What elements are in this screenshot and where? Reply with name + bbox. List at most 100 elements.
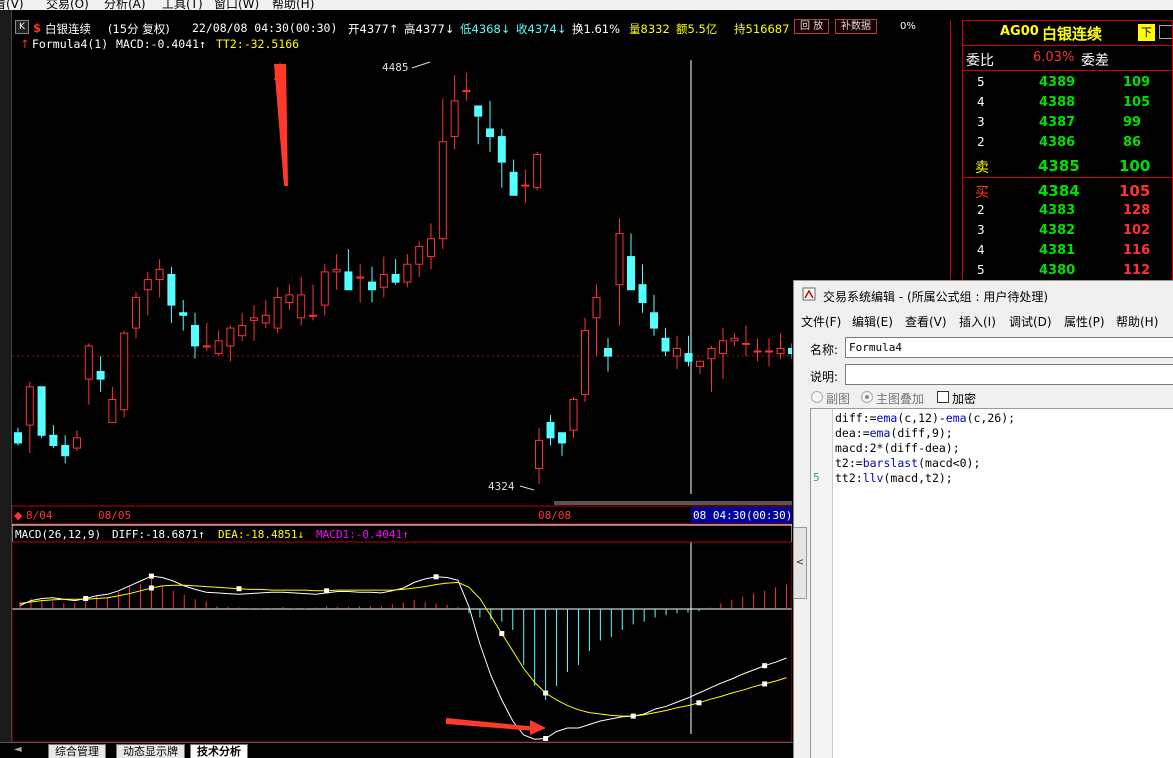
kline-candle	[368, 281, 376, 291]
kline-candle	[604, 347, 612, 357]
macd-signal-dot	[433, 574, 439, 580]
editor-titlebar[interactable]: 交易系统编辑 - (所属公式组 : 用户待处理)	[794, 281, 1173, 309]
ask-level-4[interactable]: 4 4388 105	[963, 93, 1172, 113]
menu-analysis[interactable]: 分析(A)	[104, 0, 146, 10]
kline-candle	[638, 284, 647, 304]
kline-candle	[521, 184, 530, 187]
kline-candle	[344, 271, 353, 291]
kline-candle	[581, 330, 589, 395]
ask-price: 4388	[1039, 95, 1076, 110]
ask-level-label: 3	[977, 115, 985, 129]
menu-view[interactable]: 看(V)	[0, 0, 24, 10]
code-line-2: dea:=ema(diff,9);	[835, 426, 953, 440]
bid-level-3[interactable]: 3 4382 102	[963, 221, 1172, 241]
menu-window[interactable]: 窗口(W)	[214, 0, 259, 10]
ask-volume: 105	[1123, 95, 1151, 110]
panel-square-icon[interactable]	[1159, 25, 1172, 39]
editor-menu-debug[interactable]: 调试(D)	[1009, 313, 1052, 330]
macd-frame	[12, 541, 792, 742]
left-toolbar-strip[interactable]	[0, 10, 12, 745]
macd-signal-dot	[236, 586, 242, 592]
ask1-volume: 100	[1119, 157, 1151, 175]
badge-down[interactable]: 下	[1138, 24, 1155, 41]
kline-chart[interactable]: 4485 4324 ◆ 8/04 08/05 08/08 08 04:30(00…	[12, 38, 792, 742]
chart-right-scroll[interactable]	[950, 20, 962, 280]
menu-tools[interactable]: 工具(T)	[162, 0, 203, 10]
macd-signal-dot	[83, 596, 89, 601]
time-label-0805: 08/05	[98, 509, 131, 522]
editor-menu: 文件(F) 编辑(E) 查看(V) 插入(I) 调试(D) 属性(P) 帮助(H…	[794, 311, 1173, 331]
editor-app-icon	[802, 287, 816, 301]
kline-candle	[650, 312, 658, 329]
ask-price: 4387	[1039, 115, 1076, 130]
kline-candle	[143, 279, 152, 291]
bid1-volume: 105	[1119, 182, 1151, 200]
kline-candle	[96, 370, 105, 380]
tab-dynamic[interactable]: 动态显示牌	[116, 744, 185, 758]
editor-menu-help[interactable]: 帮助(H)	[1116, 313, 1158, 330]
kline-candle	[569, 399, 578, 431]
encrypt-checkbox[interactable]	[937, 391, 949, 403]
tab-scroll-left-icon[interactable]: ◄	[14, 744, 22, 755]
code-line-5: tt2:llv(macd,t2);	[835, 471, 953, 485]
ask-level-2[interactable]: 2 4386 86	[963, 133, 1172, 153]
editor-menu-file[interactable]: 文件(F)	[801, 313, 841, 330]
replay-button[interactable]: 回 放	[794, 19, 830, 34]
kline-candle	[14, 432, 22, 444]
code-editor[interactable]: 5 diff:=ema(c,12)-ema(c,26); dea:=ema(di…	[810, 408, 1173, 758]
bid-level-2[interactable]: 2 4383 128	[963, 201, 1172, 221]
kline-candle	[285, 294, 294, 304]
bid-level-label: 5	[977, 263, 985, 277]
tab-technical[interactable]: 技术分析	[190, 744, 248, 758]
kline-icon[interactable]: K	[15, 20, 29, 34]
instrument-marker-icon: $	[33, 21, 42, 35]
collapse-panel-button[interactable]: <	[793, 527, 807, 599]
desc-input[interactable]	[845, 364, 1173, 385]
diff-line	[19, 575, 787, 740]
editor-menu-view[interactable]: 查看(V)	[905, 313, 947, 330]
bid-level-1[interactable]: 买 4384 105	[963, 180, 1172, 201]
ask-level-5[interactable]: 5 4389 109	[963, 73, 1172, 93]
ask-level-3[interactable]: 3 4387 99	[963, 113, 1172, 133]
time-label-0804: 8/04	[26, 509, 53, 522]
editor-menu-edit[interactable]: 编辑(E)	[852, 313, 893, 330]
name-input[interactable]	[845, 337, 1173, 358]
kline-candle	[509, 171, 518, 196]
contract-name: 白银连续	[1042, 25, 1103, 43]
macd-signal-dot	[630, 713, 636, 719]
radio-main-overlay[interactable]	[861, 391, 873, 403]
kline-candle	[37, 386, 46, 436]
ask-volume: 99	[1123, 115, 1142, 130]
kline-candle	[25, 386, 34, 426]
instrument-name: 白银连续	[45, 22, 91, 36]
macd-header: MACD(26,12,9)	[15, 528, 101, 541]
book-divider	[963, 177, 1172, 178]
high-price-label: 4485	[382, 61, 409, 74]
kline-candle	[627, 256, 635, 291]
kline-candle	[49, 434, 58, 446]
volume: 量8332	[629, 22, 670, 36]
ask-level-1[interactable]: 卖 4385 100	[963, 155, 1172, 176]
menu-trade[interactable]: 交易(O)	[46, 0, 89, 10]
bid-volume: 128	[1123, 203, 1151, 218]
annotation-arrow-down	[446, 718, 546, 735]
ask1-price: 4385	[1038, 157, 1080, 175]
tab-general[interactable]: 综合管理	[48, 744, 106, 758]
editor-menu-insert[interactable]: 插入(I)	[959, 313, 996, 330]
kline-candle	[462, 90, 471, 93]
open-interest: 持516687	[734, 22, 790, 36]
editor-title: 交易系统编辑 - (所属公式组 : 用户待处理)	[823, 290, 1048, 304]
kline-candle	[546, 422, 555, 439]
menu-help[interactable]: 帮助(H)	[272, 0, 314, 10]
kline-candle	[415, 245, 424, 265]
bid-level-5[interactable]: 5 4380 112	[963, 261, 1172, 281]
ratio-label: 委比	[966, 53, 994, 69]
radio-sub-chart[interactable]	[811, 391, 823, 403]
code-gutter: 5	[811, 409, 833, 758]
bid-price: 4383	[1039, 203, 1076, 218]
fill-data-button[interactable]: 补数据	[835, 19, 877, 34]
editor-menu-props[interactable]: 属性(P)	[1064, 313, 1105, 330]
close-price: 收4374↓	[516, 22, 567, 36]
bid-level-4[interactable]: 4 4381 116	[963, 241, 1172, 261]
macd-dea-value: DEA:-18.4851↓	[218, 528, 304, 541]
